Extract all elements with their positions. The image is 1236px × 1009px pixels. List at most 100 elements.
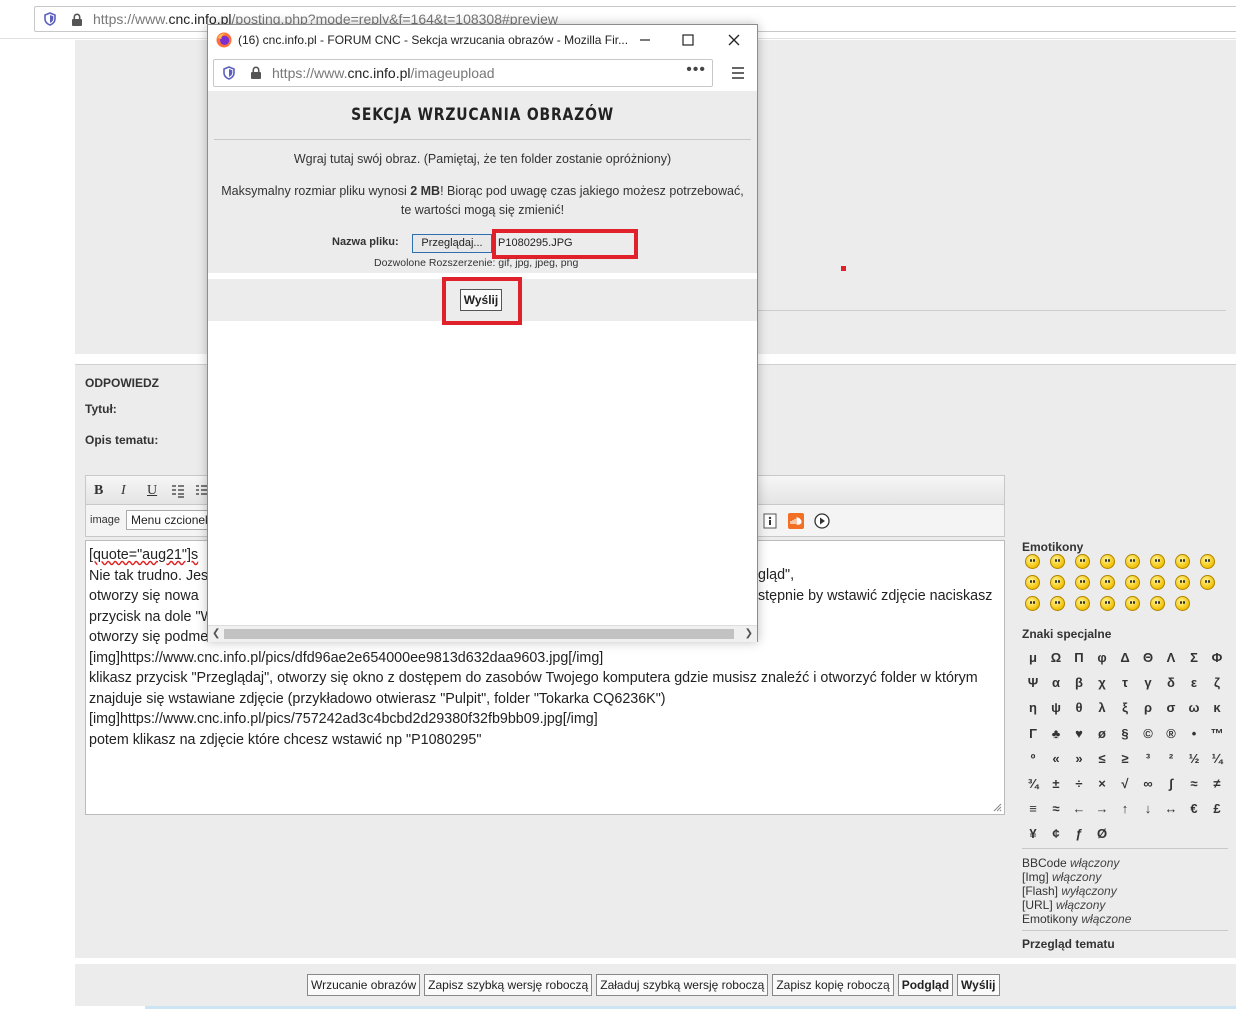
special-char-button[interactable]: φ — [1091, 646, 1113, 670]
emoticon-smiley-icon[interactable] — [1050, 596, 1065, 611]
emoticon-smiley-icon[interactable] — [1100, 554, 1115, 569]
emoticon-smiley-icon[interactable] — [1025, 554, 1040, 569]
emoticon-smiley-icon[interactable] — [1125, 575, 1140, 590]
special-char-button[interactable]: Σ — [1183, 646, 1205, 670]
special-char-button[interactable]: ∞ — [1137, 772, 1159, 796]
special-char-button[interactable]: ƒ — [1068, 822, 1090, 846]
special-char-button[interactable]: ω — [1183, 696, 1205, 720]
special-char-button[interactable]: ↓ — [1137, 797, 1159, 821]
special-char-button[interactable]: Θ — [1137, 646, 1159, 670]
special-char-button[interactable]: ÷ — [1068, 772, 1090, 796]
page-actions-menu-icon[interactable]: ••• — [686, 61, 706, 79]
special-char-button[interactable]: Π — [1068, 646, 1090, 670]
emoticon-smiley-icon[interactable] — [1075, 554, 1090, 569]
scroll-right-arrow-icon[interactable]: ❯ — [745, 626, 753, 642]
browse-file-button[interactable]: Przeglądaj... — [412, 234, 492, 253]
emoticon-smiley-icon[interactable] — [1175, 596, 1190, 611]
special-char-button[interactable]: τ — [1114, 671, 1136, 695]
special-char-button[interactable]: θ — [1068, 696, 1090, 720]
popup-titlebar[interactable]: (16) cnc.info.pl - FORUM CNC - Sekcja wr… — [208, 25, 757, 55]
special-char-button[interactable]: ¾ — [1022, 772, 1044, 796]
submit-button[interactable]: Wyślij — [957, 974, 1000, 996]
list-icon[interactable] — [170, 483, 186, 499]
special-char-button[interactable]: ρ — [1137, 696, 1159, 720]
special-char-button[interactable]: ↔ — [1160, 797, 1182, 821]
special-char-button[interactable]: √ — [1114, 772, 1136, 796]
special-char-button[interactable]: ε — [1183, 671, 1205, 695]
special-char-button[interactable]: ¼ — [1206, 747, 1228, 771]
special-char-button[interactable]: Γ — [1022, 722, 1044, 746]
emoticon-smiley-icon[interactable] — [1125, 554, 1140, 569]
special-char-button[interactable]: ≤ — [1091, 747, 1113, 771]
save-quick-draft-button[interactable]: Zapisz szybką wersję roboczą — [424, 974, 593, 996]
special-char-button[interactable]: χ — [1091, 671, 1113, 695]
special-char-button[interactable]: μ — [1022, 646, 1044, 670]
special-char-button[interactable]: ³ — [1137, 747, 1159, 771]
emoticon-smiley-icon[interactable] — [1175, 575, 1190, 590]
horizontal-scrollbar[interactable]: ❮ ❯ — [208, 625, 757, 642]
emoticon-smiley-icon[interactable] — [1125, 596, 1140, 611]
special-char-button[interactable]: ξ — [1114, 696, 1136, 720]
italic-button[interactable]: I — [121, 483, 126, 499]
minimize-icon[interactable] — [636, 31, 654, 49]
emoticon-smiley-icon[interactable] — [1025, 575, 1040, 590]
special-char-button[interactable]: ¢ — [1045, 822, 1067, 846]
emoticon-smiley-icon[interactable] — [1100, 575, 1115, 590]
emoticon-smiley-icon[interactable] — [1100, 596, 1115, 611]
special-char-button[interactable]: Λ — [1160, 646, 1182, 670]
special-char-button[interactable]: £ — [1206, 797, 1228, 821]
save-draft-copy-button[interactable]: Zapisz kopię roboczą — [772, 974, 894, 996]
special-char-button[interactable]: ≈ — [1183, 772, 1205, 796]
special-char-button[interactable]: × — [1091, 772, 1113, 796]
special-char-button[interactable]: ≈ — [1045, 797, 1067, 821]
special-char-button[interactable]: ← — [1068, 797, 1090, 821]
maximize-icon[interactable] — [679, 31, 697, 49]
special-char-button[interactable]: ½ — [1183, 747, 1205, 771]
emoticon-smiley-icon[interactable] — [1175, 554, 1190, 569]
special-char-button[interactable]: Ψ — [1022, 671, 1044, 695]
resize-grip-icon[interactable] — [993, 803, 1002, 812]
special-char-button[interactable]: β — [1068, 671, 1090, 695]
topic-review-link[interactable]: Przegląd tematu — [1022, 937, 1115, 951]
special-char-button[interactable]: ♥ — [1068, 722, 1090, 746]
emoticon-smiley-icon[interactable] — [1050, 554, 1065, 569]
load-quick-draft-button[interactable]: Załaduj szybką wersję roboczą — [596, 974, 769, 996]
special-char-button[interactable]: γ — [1137, 671, 1159, 695]
special-char-button[interactable]: « — [1045, 747, 1067, 771]
special-char-button[interactable]: ψ — [1045, 696, 1067, 720]
special-char-button[interactable]: κ — [1206, 696, 1228, 720]
special-char-button[interactable]: Ø — [1091, 822, 1113, 846]
scroll-left-arrow-icon[interactable]: ❮ — [212, 626, 220, 642]
special-char-button[interactable]: Φ — [1206, 646, 1228, 670]
special-char-button[interactable]: → — [1091, 797, 1113, 821]
bold-button[interactable]: B — [94, 483, 103, 499]
special-char-button[interactable]: º — [1022, 747, 1044, 771]
emoticon-smiley-icon[interactable] — [1150, 554, 1165, 569]
special-char-button[interactable]: ♣ — [1045, 722, 1067, 746]
special-char-button[interactable]: ζ — [1206, 671, 1228, 695]
emoticon-smiley-icon[interactable] — [1200, 575, 1215, 590]
special-char-button[interactable]: © — [1137, 722, 1159, 746]
special-char-button[interactable]: ≠ — [1206, 772, 1228, 796]
close-icon[interactable] — [725, 31, 743, 49]
special-char-button[interactable]: » — [1068, 747, 1090, 771]
special-char-button[interactable]: α — [1045, 671, 1067, 695]
special-char-button[interactable]: ® — [1160, 722, 1182, 746]
emoticon-smiley-icon[interactable] — [1200, 554, 1215, 569]
special-char-button[interactable]: § — [1114, 722, 1136, 746]
special-char-button[interactable]: ± — [1045, 772, 1067, 796]
play-video-icon[interactable] — [814, 513, 830, 529]
info-icon[interactable] — [762, 513, 778, 529]
special-char-button[interactable]: ↑ — [1114, 797, 1136, 821]
special-char-button[interactable]: δ — [1160, 671, 1182, 695]
emoticon-smiley-icon[interactable] — [1075, 575, 1090, 590]
special-char-button[interactable]: σ — [1160, 696, 1182, 720]
hamburger-menu-icon[interactable] — [730, 65, 746, 81]
emoticon-smiley-icon[interactable] — [1075, 596, 1090, 611]
special-char-button[interactable]: ¥ — [1022, 822, 1044, 846]
tracking-protection-shield-icon[interactable] — [222, 66, 236, 80]
popup-url-bar[interactable]: https://www.cnc.info.pl/imageupload ••• — [213, 59, 713, 87]
special-char-button[interactable]: ≥ — [1114, 747, 1136, 771]
scrollbar-thumb[interactable] — [224, 629, 734, 639]
special-char-button[interactable]: € — [1183, 797, 1205, 821]
